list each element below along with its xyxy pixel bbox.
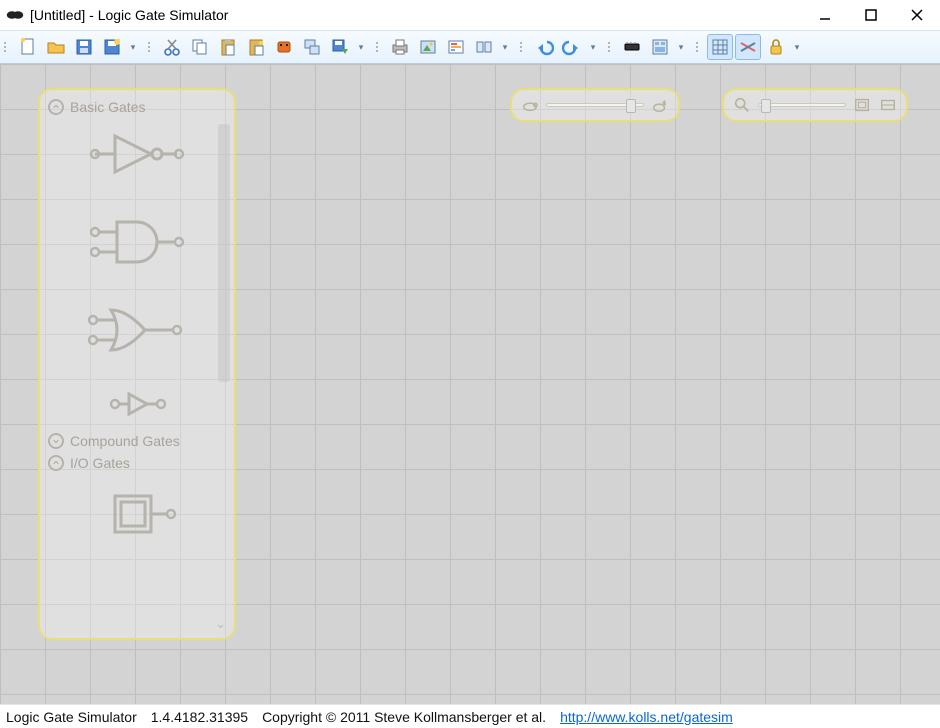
magnifier-icon xyxy=(732,95,752,115)
toolbar-grip[interactable] xyxy=(148,34,156,60)
toolbar: ▾ ▾ ▾ ▾ ▾ ▾ xyxy=(0,30,940,64)
rabbit-icon xyxy=(650,95,670,115)
maximize-button[interactable] xyxy=(848,0,894,30)
new-file-button[interactable] xyxy=(15,34,41,60)
simulation-speed-panel xyxy=(510,88,680,122)
collapse-icon xyxy=(48,455,64,471)
palette-section-compound-gates[interactable]: Compound Gates xyxy=(40,430,234,452)
save-button[interactable] xyxy=(71,34,97,60)
titlebar: [Untitled] - Logic Gate Simulator xyxy=(0,0,940,30)
close-button[interactable] xyxy=(894,0,940,30)
zoom-panel xyxy=(722,88,908,122)
toolbar-grip[interactable] xyxy=(376,34,384,60)
toolbar-overflow[interactable]: ▾ xyxy=(674,34,688,60)
toolbar-grip[interactable] xyxy=(4,34,12,60)
palette-scrollbar[interactable] xyxy=(218,124,230,382)
palette-item-user-output[interactable] xyxy=(87,486,187,542)
speed-slider[interactable] xyxy=(546,103,644,107)
palette-item-buffer[interactable] xyxy=(87,388,187,420)
palette-section-label: Compound Gates xyxy=(70,433,180,449)
toolbar-grip[interactable] xyxy=(696,34,704,60)
status-app-name: Logic Gate Simulator xyxy=(6,709,137,725)
window-controls xyxy=(802,0,940,30)
gate-palette[interactable]: Basic Gates xyxy=(38,88,236,640)
palette-section-basic-gates[interactable]: Basic Gates xyxy=(40,96,234,118)
align-button[interactable] xyxy=(299,34,325,60)
oscilloscope-button[interactable] xyxy=(443,34,469,60)
save-as-button[interactable] xyxy=(99,34,125,60)
palette-items xyxy=(40,118,234,430)
toolbar-overflow[interactable]: ▾ xyxy=(498,34,512,60)
embed-ic-button[interactable] xyxy=(271,34,297,60)
toolbar-overflow[interactable]: ▾ xyxy=(126,34,140,60)
save-selection-button[interactable] xyxy=(327,34,353,60)
zoom-slider[interactable] xyxy=(758,103,846,107)
view-ic-contents-button[interactable] xyxy=(647,34,673,60)
status-copyright: Copyright © 2011 Steve Kollmansberger et… xyxy=(262,709,546,725)
paste-button[interactable] xyxy=(215,34,241,60)
palette-scroll-down[interactable]: ⌄ xyxy=(215,616,226,632)
zoom-fit-icon[interactable] xyxy=(852,95,872,115)
toolbar-grip[interactable] xyxy=(520,34,528,60)
palette-item-not-gate[interactable] xyxy=(87,124,187,184)
palette-section-io-gates[interactable]: I/O Gates xyxy=(40,452,234,474)
print-button[interactable] xyxy=(387,34,413,60)
paste-special-button[interactable] xyxy=(243,34,269,60)
zoom-actual-icon[interactable] xyxy=(878,95,898,115)
inline-wires-button[interactable] xyxy=(735,34,761,60)
open-file-button[interactable] xyxy=(43,34,69,60)
cut-button[interactable] xyxy=(159,34,185,60)
redo-button[interactable] xyxy=(559,34,585,60)
canvas-area[interactable]: Basic Gates xyxy=(0,64,940,704)
zoom-slider-thumb[interactable] xyxy=(761,99,771,113)
palette-item-or-gate[interactable] xyxy=(87,300,187,360)
palette-section-label: I/O Gates xyxy=(70,455,130,471)
toolbar-grip[interactable] xyxy=(608,34,616,60)
app-icon xyxy=(6,8,24,22)
undo-button[interactable] xyxy=(531,34,557,60)
toolbar-overflow[interactable]: ▾ xyxy=(354,34,368,60)
statusbar: Logic Gate Simulator 1.4.4182.31395 Copy… xyxy=(0,704,940,728)
lock-button[interactable] xyxy=(763,34,789,60)
status-link[interactable]: http://www.kolls.net/gatesim xyxy=(560,709,733,725)
status-version: 1.4.4182.31395 xyxy=(151,709,248,725)
export-image-button[interactable] xyxy=(415,34,441,60)
palette-section-label: Basic Gates xyxy=(70,99,145,115)
collapse-icon xyxy=(48,99,64,115)
speed-slider-thumb[interactable] xyxy=(626,99,636,113)
snap-to-grid-button[interactable] xyxy=(707,34,733,60)
palette-item-and-gate[interactable] xyxy=(87,212,187,272)
palette-items xyxy=(40,474,234,552)
flatten-ic-button[interactable] xyxy=(619,34,645,60)
window-title: [Untitled] - Logic Gate Simulator xyxy=(30,7,228,23)
copy-button[interactable] xyxy=(187,34,213,60)
toolbar-overflow[interactable]: ▾ xyxy=(790,34,804,60)
minimize-button[interactable] xyxy=(802,0,848,30)
toolbar-overflow[interactable]: ▾ xyxy=(586,34,600,60)
hide-overlays-button[interactable] xyxy=(471,34,497,60)
turtle-icon xyxy=(520,95,540,115)
expand-icon xyxy=(48,433,64,449)
